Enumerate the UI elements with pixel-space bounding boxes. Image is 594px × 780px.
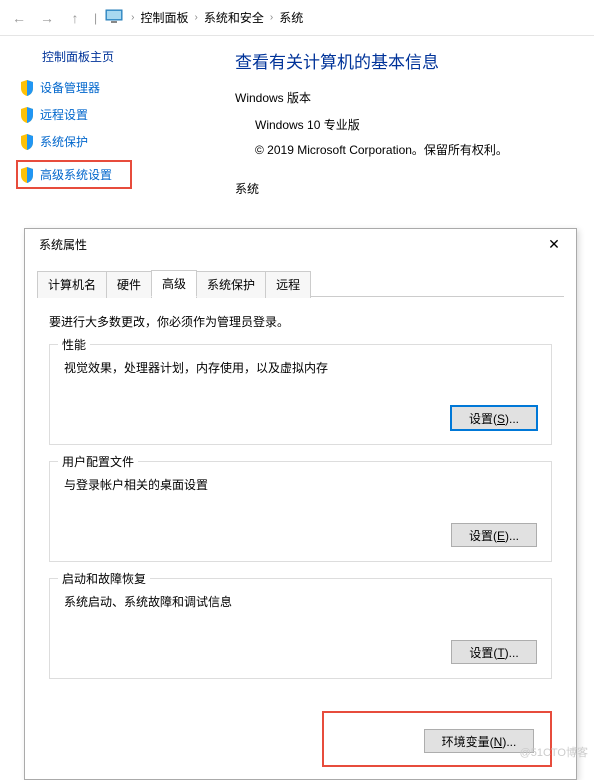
tab-remote[interactable]: 远程 [265,271,311,298]
up-arrow-icon[interactable]: ↑ [64,7,86,29]
pc-icon [105,9,123,26]
sidebar-item-label: 高级系统设置 [40,166,112,183]
group-desc: 系统启动、系统故障和调试信息 [64,593,537,610]
page-title: 查看有关计算机的基本信息 [235,48,574,73]
sidebar-item-label: 远程设置 [40,106,88,123]
profile-settings-button[interactable]: 设置(E)... [451,523,537,547]
startup-settings-button[interactable]: 设置(T)... [451,640,537,664]
group-title: 性能 [58,336,90,353]
performance-group: 性能 视觉效果，处理器计划，内存使用，以及虚拟内存 设置(S)... [49,344,552,445]
performance-settings-button[interactable]: 设置(S)... [451,406,537,430]
windows-edition-label: Windows 版本 [235,89,574,106]
shield-icon [20,167,34,183]
shield-icon [20,80,34,96]
watermark: @51CTO博客 [520,744,588,760]
highlight-annotation: 高级系统设置 [16,160,132,189]
highlight-annotation: 环境变量(N)... [322,711,552,767]
windows-edition-value: Windows 10 专业版 [255,116,574,133]
tab-strip: 计算机名 硬件 高级 系统保护 远程 [37,269,564,297]
breadcrumb: › 控制面板 › 系统和安全 › 系统 [129,9,303,26]
group-title: 用户配置文件 [58,453,138,470]
sidebar-item-label: 设备管理器 [40,79,100,96]
breadcrumb-item[interactable]: 系统和安全 [204,9,264,26]
user-profile-group: 用户配置文件 与登录帐户相关的桌面设置 设置(E)... [49,461,552,562]
sidebar-item-advanced[interactable]: 高级系统设置 [20,166,112,183]
tab-content: 要进行大多数更改，你必须作为管理员登录。 性能 视觉效果，处理器计划，内存使用，… [25,297,576,711]
tab-advanced[interactable]: 高级 [151,270,197,297]
admin-note: 要进行大多数更改，你必须作为管理员登录。 [49,313,552,330]
sidebar-item-protection[interactable]: 系统保护 [20,133,155,150]
group-desc: 视觉效果，处理器计划，内存使用，以及虚拟内存 [64,359,537,376]
system-properties-dialog: 系统属性 ✕ 计算机名 硬件 高级 系统保护 远程 要进行大多数更改，你必须作为… [24,228,577,780]
group-desc: 与登录帐户相关的桌面设置 [64,476,537,493]
chevron-icon[interactable]: › [194,12,197,23]
dialog-titlebar: 系统属性 ✕ [25,229,576,259]
tab-system-protection[interactable]: 系统保护 [196,271,266,298]
address-bar: ← → ↑ | › 控制面板 › 系统和安全 › 系统 [0,0,594,36]
sidebar-item-device-manager[interactable]: 设备管理器 [20,79,155,96]
forward-arrow-icon: → [36,7,58,29]
env-button-row: 环境变量(N)... [25,711,576,767]
content-pane: 查看有关计算机的基本信息 Windows 版本 Windows 10 专业版 ©… [155,48,594,197]
breadcrumb-item[interactable]: 控制面板 [140,9,188,26]
tab-hardware[interactable]: 硬件 [106,271,152,298]
breadcrumb-item[interactable]: 系统 [279,9,303,26]
environment-variables-button[interactable]: 环境变量(N)... [424,729,534,753]
dialog-title: 系统属性 [39,236,87,253]
tab-computer-name[interactable]: 计算机名 [37,271,107,298]
group-title: 启动和故障恢复 [58,570,150,587]
sidebar-item-label: 系统保护 [40,133,88,150]
copyright-text: © 2019 Microsoft Corporation。保留所有权利。 [255,141,574,158]
close-button[interactable]: ✕ [540,234,568,254]
system-section-label: 系统 [235,180,574,197]
chevron-icon[interactable]: › [270,12,273,23]
sidebar-title[interactable]: 控制面板主页 [20,48,155,65]
separator: | [94,11,97,25]
back-arrow-icon[interactable]: ← [8,7,30,29]
shield-icon [20,107,34,123]
shield-icon [20,134,34,150]
chevron-icon[interactable]: › [131,12,134,23]
sidebar-item-remote[interactable]: 远程设置 [20,106,155,123]
sidebar: 控制面板主页 设备管理器 远程设置 系统保护 高级系统设置 [0,48,155,197]
startup-recovery-group: 启动和故障恢复 系统启动、系统故障和调试信息 设置(T)... [49,578,552,679]
